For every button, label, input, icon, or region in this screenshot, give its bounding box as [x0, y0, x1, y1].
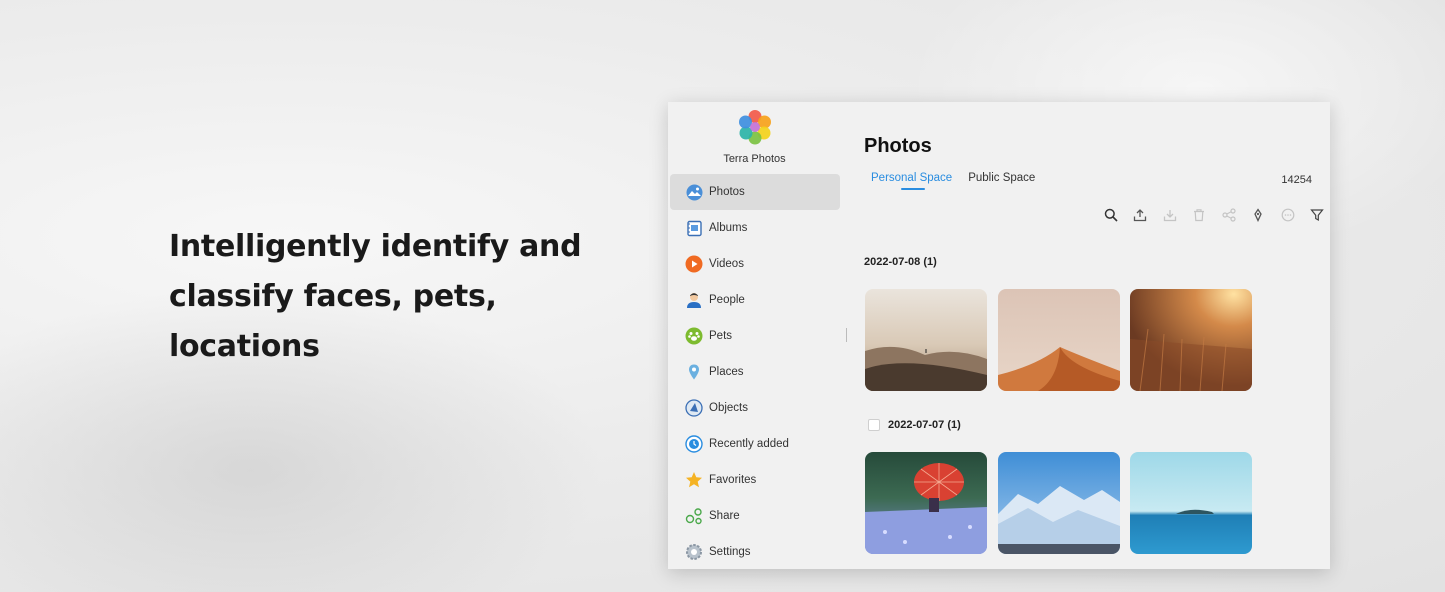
- headline-line-1: Intelligently identify and: [169, 229, 582, 264]
- group-date-header: 2022-07-08 (1): [864, 256, 937, 268]
- sand-dune-photo[interactable]: [998, 289, 1120, 391]
- sidebar-item-places[interactable]: Places: [670, 354, 840, 390]
- sidebar-item-settings[interactable]: Settings: [670, 534, 840, 569]
- marketing-headline: Intelligently identify and classify face…: [169, 222, 629, 372]
- sidebar-item-photos[interactable]: Photos: [670, 174, 840, 210]
- photo-count: 14254: [1281, 174, 1312, 186]
- gear-icon: [685, 543, 703, 561]
- desert-dunes-photo[interactable]: [865, 289, 987, 391]
- photos-icon: [685, 183, 703, 201]
- upload-icon[interactable]: [1129, 206, 1151, 224]
- page-title: Photos: [864, 135, 932, 157]
- sidebar-item-share[interactable]: Share: [670, 498, 840, 534]
- space-tabs: Personal Space Public Space: [871, 172, 1051, 190]
- tab-public-space[interactable]: Public Space: [968, 172, 1035, 190]
- sidebar-item-recently-added[interactable]: Recently added: [670, 426, 840, 462]
- share-icon: [685, 507, 703, 525]
- sidebar-item-pets[interactable]: Pets: [670, 318, 840, 354]
- sidebar-item-label: Share: [709, 510, 740, 522]
- red-umbrella-photo[interactable]: [865, 452, 987, 554]
- group-select-checkbox[interactable]: [868, 419, 880, 431]
- toolbar: [1092, 206, 1328, 224]
- app-name: Terra Photos: [723, 153, 786, 165]
- search-icon[interactable]: [1100, 206, 1122, 224]
- ocean-island-photo[interactable]: [1130, 452, 1252, 554]
- snowy-mountains-photo[interactable]: [998, 452, 1120, 554]
- sidebar-item-label: Videos: [709, 258, 744, 270]
- sidebar-item-albums[interactable]: Albums: [670, 210, 840, 246]
- videos-icon: [685, 255, 703, 273]
- sidebar-item-label: Photos: [709, 186, 745, 198]
- sidebar-item-label: Albums: [709, 222, 748, 234]
- group-date-header: 2022-07-07 (1): [888, 419, 961, 431]
- tab-personal-space[interactable]: Personal Space: [871, 172, 952, 190]
- app-window: Terra Photos Photos Albums Videos People…: [668, 102, 1330, 569]
- wheat-field-photo[interactable]: [1130, 289, 1252, 391]
- sidebar-item-label: Pets: [709, 330, 733, 342]
- filter-icon[interactable]: [1306, 206, 1328, 224]
- places-icon: [685, 363, 703, 381]
- sidebar-item-label: Settings: [709, 546, 751, 558]
- sidebar-item-label: Places: [709, 366, 744, 378]
- sidebar-item-label: Objects: [709, 402, 748, 414]
- sidebar-item-videos[interactable]: Videos: [670, 246, 840, 282]
- sidebar-item-favorites[interactable]: Favorites: [670, 462, 840, 498]
- sidebar-item-people[interactable]: People: [670, 282, 840, 318]
- sidebar-item-label: Favorites: [709, 474, 757, 486]
- sidebar: Terra Photos Photos Albums Videos People…: [668, 102, 847, 569]
- terra-photos-logo-icon: [739, 110, 771, 145]
- albums-icon: [685, 219, 703, 237]
- sidebar-nav: Photos Albums Videos People Pets Places …: [670, 174, 840, 569]
- sidebar-resize-handle[interactable]: [846, 328, 848, 342]
- delete-icon[interactable]: [1188, 206, 1210, 224]
- people-icon: [685, 291, 703, 309]
- tag-icon[interactable]: [1247, 206, 1269, 224]
- sidebar-item-label: Recently added: [709, 438, 789, 450]
- objects-icon: [685, 399, 703, 417]
- download-icon[interactable]: [1159, 206, 1181, 224]
- sidebar-item-objects[interactable]: Objects: [670, 390, 840, 426]
- recently-added-icon: [685, 435, 703, 453]
- share-icon[interactable]: [1218, 206, 1240, 224]
- star-icon: [685, 471, 703, 489]
- sidebar-item-label: People: [709, 294, 745, 306]
- more-icon[interactable]: [1277, 206, 1299, 224]
- pets-icon: [685, 327, 703, 345]
- headline-line-2: classify faces, pets, locations: [169, 279, 497, 364]
